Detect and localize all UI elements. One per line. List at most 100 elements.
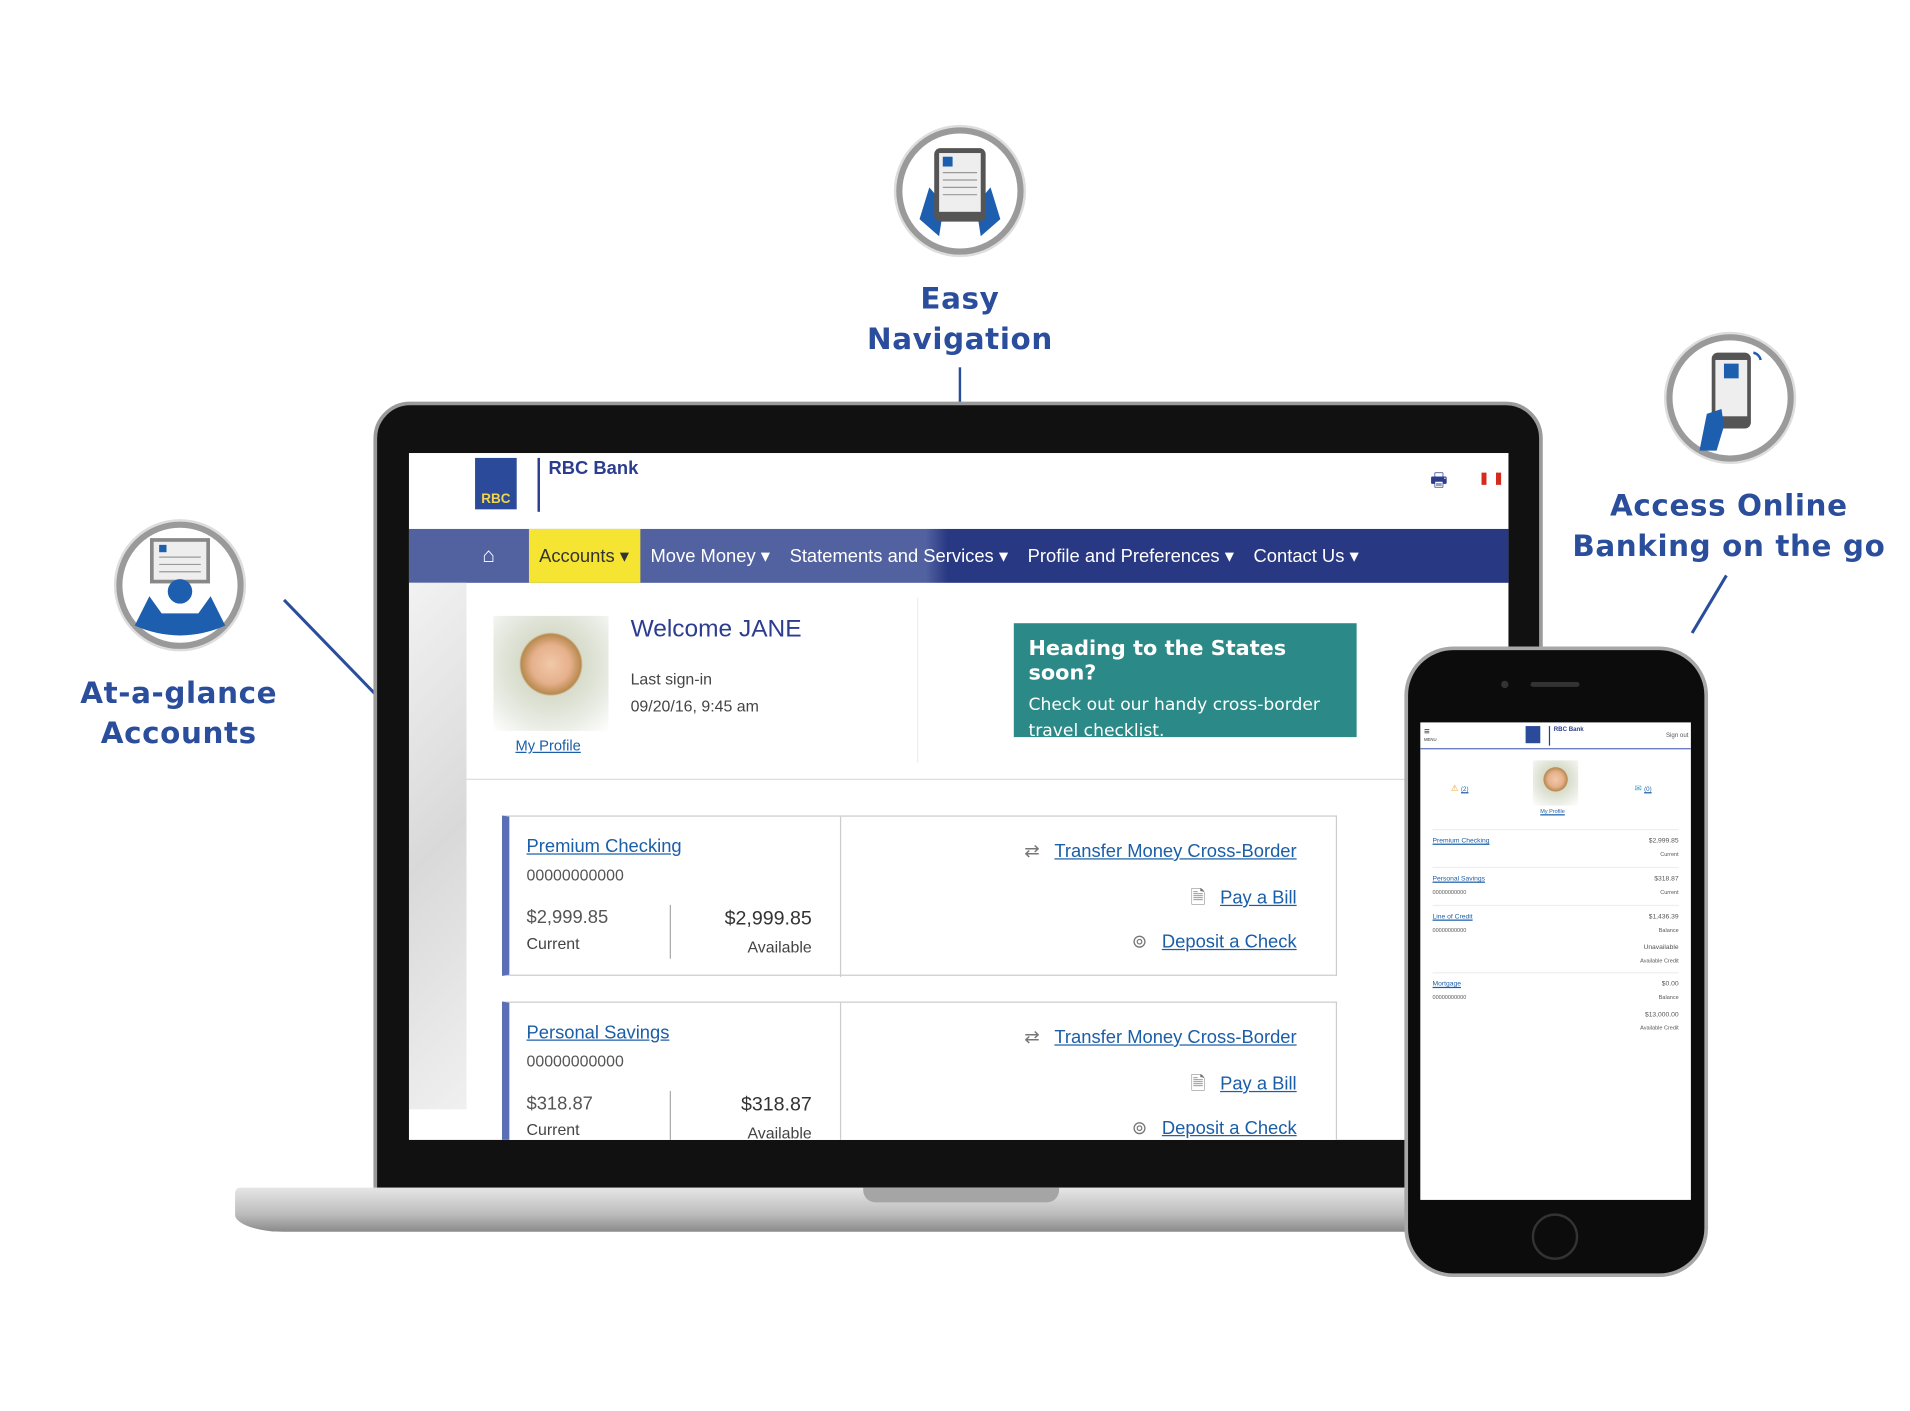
mobile-amount: $1,436.39 xyxy=(1648,913,1679,921)
account-name-link[interactable]: Premium Checking xyxy=(526,836,681,857)
available-balance: $318.87 xyxy=(740,1094,812,1116)
mobile-amount: $2,999.85 xyxy=(1648,837,1679,845)
envelope-icon[interactable]: ✉ (0) xyxy=(1635,784,1652,794)
mobile-amount-label: Balance xyxy=(1658,926,1679,933)
nav-contact[interactable]: Contact Us ▾ xyxy=(1244,529,1369,583)
nav-label: Accounts xyxy=(539,545,615,567)
nav-label: Contact Us xyxy=(1253,545,1345,567)
laptop-notch xyxy=(863,1187,1060,1203)
nav-label: Statements and Services xyxy=(789,545,994,567)
mobile-rbc-logo xyxy=(1525,726,1541,744)
menu-label: MENU xyxy=(1423,737,1437,742)
mobile-account-number: 00000000000 xyxy=(1432,926,1467,933)
profile-photo xyxy=(493,615,609,731)
mobile-logo-divider xyxy=(1548,726,1551,746)
mobile-account-link[interactable]: Personal Savings xyxy=(1433,875,1485,882)
bill-icon: 🗎 xyxy=(1190,887,1206,909)
action-label[interactable]: Deposit a Check xyxy=(1162,1118,1297,1139)
side-gutter xyxy=(408,582,467,1110)
nav-move-money[interactable]: Move Money ▾ xyxy=(641,529,780,583)
account-card: Personal Savings 00000000000 $318.87 Cur… xyxy=(502,1001,1338,1140)
laptop-user-icon xyxy=(116,521,244,649)
deposit-icon: ⊚ xyxy=(1131,931,1148,953)
current-label: Current xyxy=(526,1120,580,1139)
transfer-icon: ⇄ xyxy=(1024,841,1040,862)
mobile-account-row xyxy=(1432,904,1679,907)
mobile-amount-label: Current xyxy=(1660,888,1679,896)
mobile-amount-label: Current xyxy=(1660,850,1679,858)
rbc-logo: RBC xyxy=(475,457,517,510)
mobile-account-number: 00000000000 xyxy=(1432,994,1467,1001)
bank-name: RBC Bank xyxy=(548,457,639,479)
nav-label: Profile and Preferences xyxy=(1027,545,1220,567)
available-label: Available xyxy=(747,1123,812,1140)
mobile-amount: $13,000.00 xyxy=(1644,1011,1679,1019)
current-label: Current xyxy=(526,934,580,953)
bill-icon: 🗎 xyxy=(1190,1073,1206,1095)
action-label[interactable]: Transfer Money Cross-Border xyxy=(1054,1027,1296,1048)
alert-icon[interactable]: ⚠ (2) xyxy=(1451,784,1469,794)
nav-accounts[interactable]: Accounts ▾ xyxy=(529,528,641,583)
desktop-screen: RBC RBC Bank 🖶 ⌂ Accounts ▾ Move Money ▾… xyxy=(408,453,1509,1140)
mobile-header-rule xyxy=(1420,748,1691,750)
mobile-account-link[interactable]: Premium Checking xyxy=(1433,837,1490,844)
action-label[interactable]: Deposit a Check xyxy=(1162,932,1297,953)
available-balance: $2,999.85 xyxy=(724,908,812,930)
last-signin-label: Last sign-in xyxy=(630,669,712,689)
action-label[interactable]: Transfer Money Cross-Border xyxy=(1054,841,1296,862)
card-divider xyxy=(839,816,842,978)
phone-camera xyxy=(1501,680,1509,689)
account-card: Premium Checking 00000000000 $2,999.85 C… xyxy=(502,815,1338,978)
mobile-account-number: 00000000000 xyxy=(1432,888,1467,896)
home-icon[interactable]: ⌂ xyxy=(473,529,505,583)
current-balance: $2,999.85 xyxy=(526,907,609,929)
mobile-bank-name: RBC Bank xyxy=(1553,726,1584,734)
card-divider xyxy=(839,1002,842,1140)
messages-count[interactable]: (0) xyxy=(1644,786,1651,793)
mobile-account-row xyxy=(1432,828,1679,831)
sign-out-link[interactable]: Sign out xyxy=(1666,732,1688,739)
mobile-account-link[interactable]: Mortgage xyxy=(1433,981,1461,988)
action-link[interactable]: 🗎 Pay a Bill xyxy=(1191,885,1297,916)
action-link[interactable]: ⊚ Deposit a Check xyxy=(1132,931,1297,953)
mobile-account-row xyxy=(1432,866,1679,869)
printer-icon[interactable]: 🖶 xyxy=(1430,468,1447,499)
main-nav: ⌂ Accounts ▾ Move Money ▾ Statements and… xyxy=(408,528,1509,583)
transfer-icon: ⇄ xyxy=(1024,1027,1040,1049)
logo-text: RBC xyxy=(481,492,511,507)
menu-icon[interactable]: ≡ MENU xyxy=(1423,727,1437,744)
callout-at-a-glance: At-a-glance Accounts xyxy=(56,673,301,754)
callout-line: At-a-glance xyxy=(80,675,278,711)
nav-statements[interactable]: Statements and Services ▾ xyxy=(780,529,1018,583)
mobile-amount: Unavailable xyxy=(1643,944,1679,952)
mobile-amount: $318.87 xyxy=(1654,875,1679,883)
mobile-my-profile-link[interactable]: My Profile xyxy=(1540,808,1565,814)
action-link[interactable]: ⊚ Deposit a Check xyxy=(1132,1117,1297,1139)
last-signin-value: 09/20/16, 9:45 am xyxy=(630,696,759,716)
mobile-profile-photo xyxy=(1532,760,1579,806)
mobile-amount-label: Balance xyxy=(1658,994,1679,1001)
action-label[interactable]: Pay a Bill xyxy=(1220,1074,1297,1095)
deposit-icon: ⊚ xyxy=(1131,1117,1148,1139)
alerts-count[interactable]: (2) xyxy=(1461,786,1468,793)
welcome-title: Welcome JANE xyxy=(630,615,802,643)
promo-banner[interactable]: Heading to the States soon? Check out ou… xyxy=(1013,623,1357,741)
phone-speaker xyxy=(1530,681,1580,687)
mobile-account-link[interactable]: Line of Credit xyxy=(1433,913,1473,920)
nav-profile[interactable]: Profile and Preferences ▾ xyxy=(1018,529,1244,583)
balance-divider xyxy=(669,1090,671,1140)
mobile-screen: ≡ MENU RBC Bank Sign out ⚠ (2) My Profile… xyxy=(1420,722,1691,1200)
account-number: 00000000000 xyxy=(526,865,624,885)
canada-flag-icon[interactable] xyxy=(1481,472,1502,485)
account-name-link[interactable]: Personal Savings xyxy=(526,1022,669,1043)
phone-home-button[interactable] xyxy=(1531,1213,1579,1260)
action-label[interactable]: Pay a Bill xyxy=(1220,888,1297,909)
welcome-divider xyxy=(917,597,919,763)
mobile-account-row xyxy=(1432,972,1679,974)
action-link[interactable]: 🗎 Pay a Bill xyxy=(1191,1071,1297,1102)
callout-line: Accounts xyxy=(100,716,257,751)
action-link[interactable]: ⇄ Transfer Money Cross-Border xyxy=(1024,840,1296,862)
action-link[interactable]: ⇄ Transfer Money Cross-Border xyxy=(1024,1026,1296,1048)
my-profile-link[interactable]: My Profile xyxy=(515,737,580,754)
section-divider xyxy=(466,778,1509,780)
